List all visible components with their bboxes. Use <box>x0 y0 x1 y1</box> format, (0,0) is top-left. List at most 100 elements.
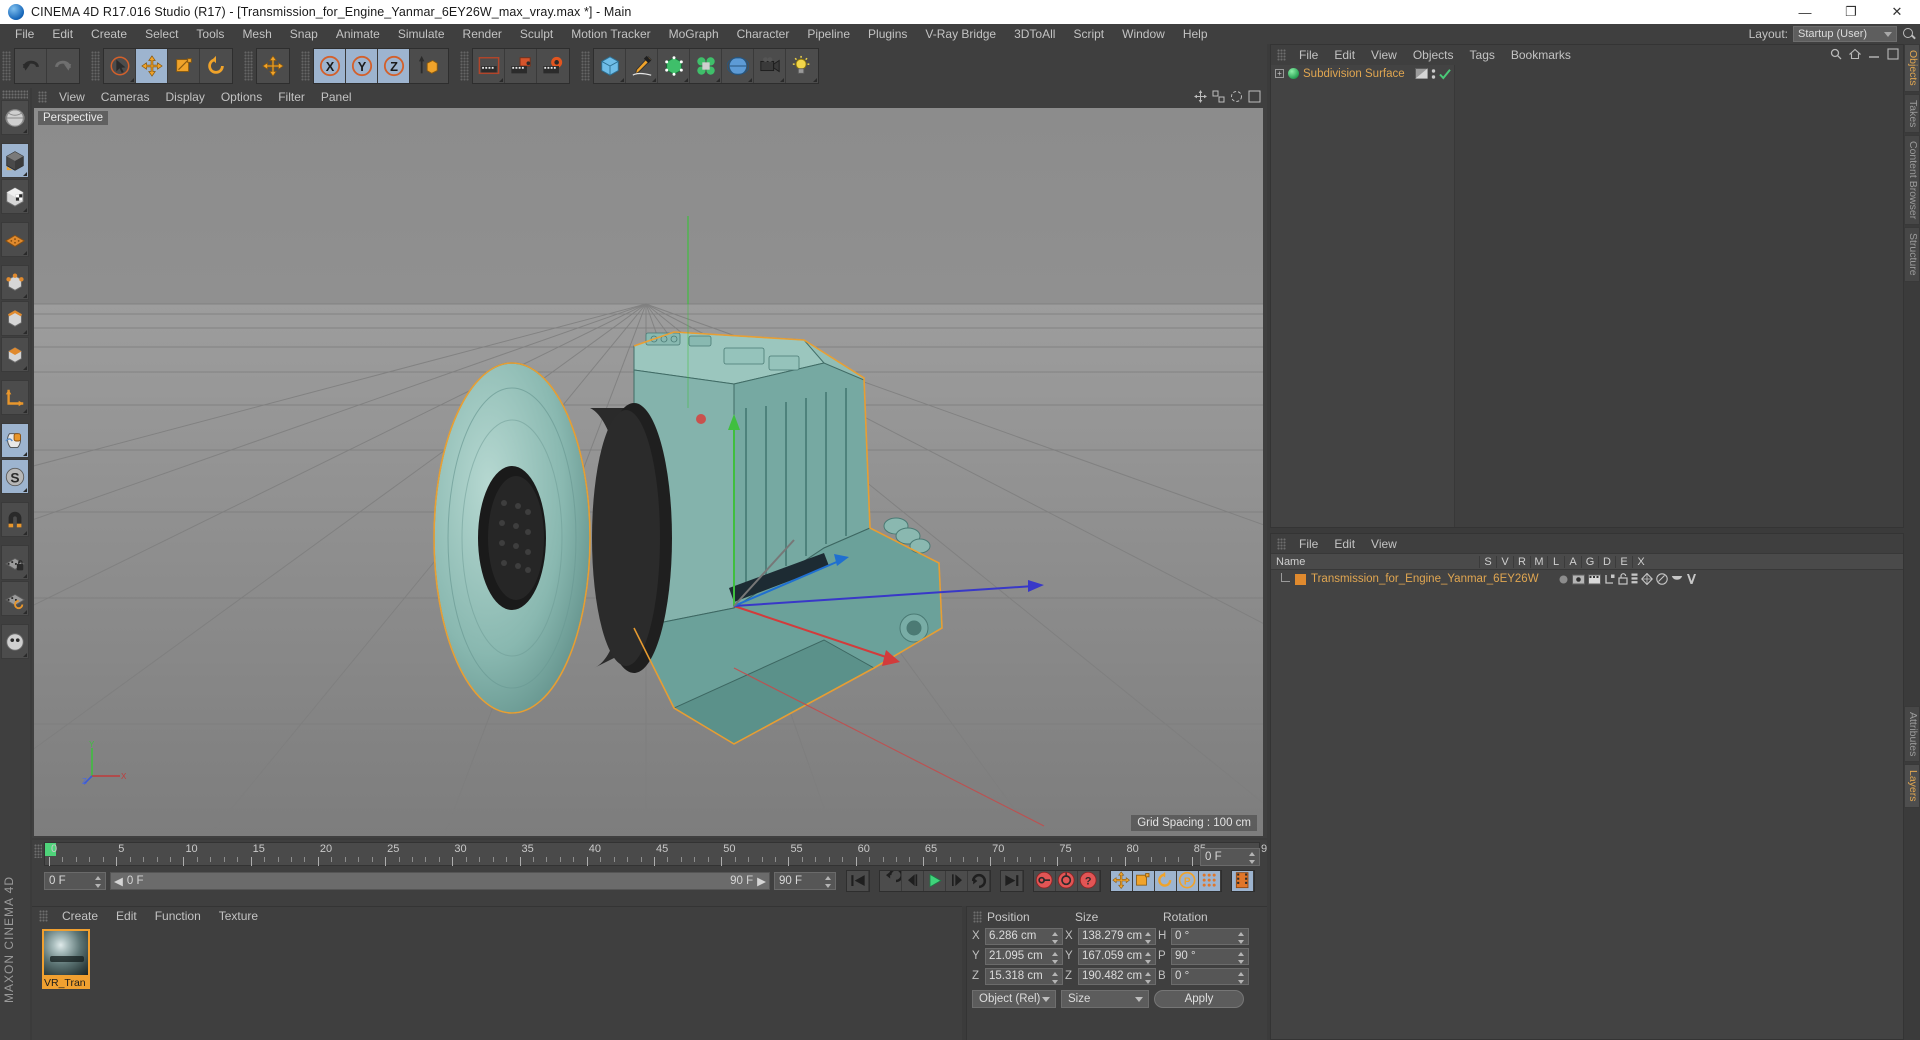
rotation-key-icon[interactable] <box>1155 871 1177 891</box>
position-key-icon[interactable] <box>1111 871 1133 891</box>
pla-key-icon[interactable]: P <box>1177 871 1199 891</box>
world-axis-icon[interactable] <box>257 49 289 83</box>
edge-mode-icon[interactable] <box>1 301 29 336</box>
world-coordinate-icon[interactable] <box>410 49 448 83</box>
viewport-menu-display[interactable]: Display <box>157 90 212 104</box>
viewport-menu-panel[interactable]: Panel <box>313 90 360 104</box>
spinner-icon[interactable] <box>1238 951 1245 964</box>
dropdown-corner-icon[interactable] <box>748 78 752 82</box>
menu-item-3dtoall[interactable]: 3DToAll <box>1005 24 1064 44</box>
protection-icon[interactable] <box>1655 573 1668 585</box>
dropdown-corner-icon[interactable] <box>23 251 27 255</box>
play-icon[interactable] <box>924 871 946 891</box>
model-mode-icon[interactable] <box>1 179 29 214</box>
go-to-end-icon[interactable] <box>1001 871 1023 891</box>
object-manager-menu-file[interactable]: File <box>1291 48 1326 62</box>
slider-right-arrow-icon[interactable]: ▶ <box>757 874 766 888</box>
cap-icon[interactable] <box>1671 574 1683 584</box>
menu-item-help[interactable]: Help <box>1174 24 1217 44</box>
connect-icon[interactable] <box>1604 574 1615 585</box>
keyframe-selection-icon[interactable]: ? <box>1078 871 1100 891</box>
size-input[interactable]: 138.279 cm <box>1078 927 1156 945</box>
spinner-icon[interactable] <box>1145 931 1152 944</box>
visibility-dots-icon[interactable] <box>1431 68 1436 80</box>
maximize-view-icon[interactable] <box>1248 90 1261 103</box>
menu-item-pipeline[interactable]: Pipeline <box>798 24 859 44</box>
menu-item-file[interactable]: File <box>6 24 43 44</box>
point-mode-icon[interactable] <box>1 265 29 300</box>
step-back-icon[interactable] <box>902 871 924 891</box>
layout-dropdown[interactable]: Startup (User) <box>1793 26 1897 42</box>
axis-mode-icon[interactable] <box>1 380 29 415</box>
dropdown-corner-icon[interactable] <box>684 78 688 82</box>
step-forward-icon[interactable] <box>946 871 968 891</box>
phong-icon[interactable] <box>1640 573 1653 585</box>
toolbar-grip[interactable] <box>244 51 253 81</box>
go-to-start-icon[interactable] <box>847 871 869 891</box>
object-tree[interactable]: + Subdivision Surface <box>1271 65 1455 527</box>
lock-open-icon[interactable] <box>1617 573 1628 585</box>
position-input[interactable]: 21.095 cm <box>985 947 1063 965</box>
material-chip[interactable]: VR_Tran <box>42 929 90 989</box>
dropdown-corner-icon[interactable] <box>23 531 27 535</box>
viewport-menu-view[interactable]: View <box>51 90 93 104</box>
close-button[interactable]: ✕ <box>1874 0 1920 24</box>
layer-icon[interactable] <box>1631 573 1638 585</box>
palette-grip[interactable] <box>2 90 28 99</box>
viewport-menu-options[interactable]: Options <box>213 90 270 104</box>
render-settings-icon[interactable] <box>537 49 569 83</box>
viewport-3d[interactable]: Perspective Y X Z Grid Spacing: 100 cm <box>34 108 1263 836</box>
minimize-panel-icon[interactable] <box>1868 48 1880 60</box>
menu-item-simulate[interactable]: Simulate <box>389 24 454 44</box>
rotation-input[interactable]: 0 ° <box>1171 967 1249 985</box>
dropdown-corner-icon[interactable] <box>23 172 27 176</box>
position-input[interactable]: 15.318 cm <box>985 967 1063 985</box>
material-grip[interactable] <box>39 910 48 922</box>
menu-item-script[interactable]: Script <box>1064 24 1113 44</box>
menu-item-select[interactable]: Select <box>136 24 187 44</box>
dropdown-corner-icon[interactable] <box>130 78 134 82</box>
dropdown-corner-icon[interactable] <box>620 78 624 82</box>
rotation-input[interactable]: 90 ° <box>1171 947 1249 965</box>
structure-grip[interactable] <box>1277 537 1286 550</box>
structure-menu-edit[interactable]: Edit <box>1326 537 1363 551</box>
menu-item-create[interactable]: Create <box>82 24 136 44</box>
menu-item-motion-tracker[interactable]: Motion Tracker <box>562 24 659 44</box>
y-axis-icon[interactable]: Y <box>346 49 378 83</box>
coordinates-grip[interactable] <box>973 910 982 923</box>
material-menu-edit[interactable]: Edit <box>107 909 146 923</box>
size-input[interactable]: 167.059 cm <box>1078 947 1156 965</box>
record-key-icon[interactable] <box>1034 871 1056 891</box>
column-header-e[interactable]: E <box>1615 555 1632 568</box>
autokey-icon[interactable] <box>1056 871 1078 891</box>
spinner-icon[interactable] <box>1145 971 1152 984</box>
dropdown-corner-icon[interactable] <box>23 574 27 578</box>
structure-menu-view[interactable]: View <box>1363 537 1405 551</box>
select-cursor-icon[interactable] <box>104 49 136 83</box>
spinner-icon[interactable] <box>1249 852 1256 864</box>
dropdown-corner-icon[interactable] <box>23 366 27 370</box>
toolbar-grip[interactable] <box>301 51 310 81</box>
viewport-menu-cameras[interactable]: Cameras <box>93 90 158 104</box>
make-editable-icon[interactable] <box>1 143 29 178</box>
z-axis-icon[interactable]: Z <box>378 49 410 83</box>
vray-icon[interactable] <box>1686 573 1697 585</box>
dropdown-corner-icon[interactable] <box>23 294 27 298</box>
column-header-d[interactable]: D <box>1598 555 1615 568</box>
menu-item-tools[interactable]: Tools <box>187 24 233 44</box>
column-header-r[interactable]: R <box>1513 555 1530 568</box>
workplane-rotate-icon[interactable] <box>1 581 29 616</box>
dropdown-corner-icon[interactable] <box>23 610 27 614</box>
vertical-tab-structure[interactable]: Structure <box>1904 227 1920 282</box>
dropdown-corner-icon[interactable] <box>23 208 27 212</box>
end-frame-input[interactable]: 90 F <box>774 872 836 890</box>
column-header-x[interactable]: X <box>1632 555 1649 568</box>
object-manager-menu-bookmarks[interactable]: Bookmarks <box>1503 48 1579 62</box>
render-icon[interactable] <box>1587 574 1601 585</box>
coordinate-mode-dropdown[interactable]: Object (Rel) <box>972 990 1056 1008</box>
scale-view-icon[interactable] <box>1212 90 1225 103</box>
prev-key-icon[interactable] <box>880 871 902 891</box>
python-icon[interactable] <box>1 624 29 659</box>
timeline-grip[interactable] <box>34 844 42 858</box>
timeline-ruler[interactable]: 051015202530354045505560657075808590 <box>44 842 1273 866</box>
